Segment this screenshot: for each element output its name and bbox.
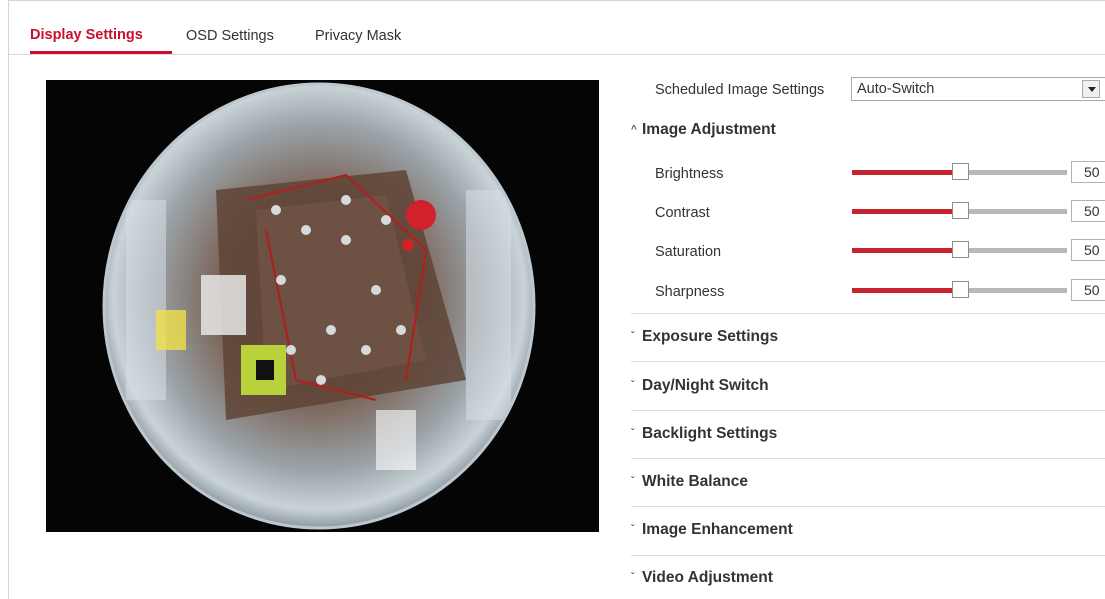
tab-label: OSD Settings: [186, 28, 274, 44]
chevron-down-icon: ˇ: [631, 476, 635, 487]
tab-osd-settings[interactable]: OSD Settings: [186, 18, 274, 54]
chevron-up-icon: ^: [631, 124, 637, 135]
chevron-down-icon: ˇ: [631, 524, 635, 535]
select-value: Auto-Switch: [857, 81, 935, 97]
tab-display-settings[interactable]: Display Settings: [30, 18, 172, 54]
section-image-adjustment[interactable]: ^ Image Adjustment: [631, 121, 776, 139]
slider-fill: [852, 288, 960, 293]
slider-handle[interactable]: [951, 281, 969, 298]
tab-bar: Display Settings OSD Settings Privacy Ma…: [9, 18, 1105, 55]
live-video-preview: [46, 80, 599, 532]
chevron-down-icon: ˇ: [631, 572, 635, 583]
slider-label: Sharpness: [655, 284, 725, 300]
section-exposure-settings[interactable]: ˇ Exposure Settings: [631, 328, 778, 346]
contrast-value-input[interactable]: 50: [1071, 200, 1105, 222]
section-title: Exposure Settings: [642, 328, 779, 345]
chevron-down-icon: ˇ: [631, 380, 635, 391]
divider: [631, 458, 1105, 459]
slider-label: Saturation: [655, 244, 722, 260]
slider-handle[interactable]: [951, 163, 969, 180]
section-white-balance[interactable]: ˇ White Balance: [631, 473, 748, 491]
section-title: Backlight Settings: [642, 425, 778, 442]
section-title: Image Adjustment: [642, 121, 776, 138]
tab-privacy-mask[interactable]: Privacy Mask: [315, 18, 401, 54]
divider: [631, 555, 1105, 556]
section-day-night-switch[interactable]: ˇ Day/Night Switch: [631, 377, 769, 395]
slider-fill: [852, 170, 960, 175]
section-title: Video Adjustment: [642, 569, 773, 586]
section-backlight-settings[interactable]: ˇ Backlight Settings: [631, 425, 777, 443]
brightness-slider[interactable]: [852, 163, 1067, 180]
tab-label: Display Settings: [30, 27, 143, 43]
slider-label: Brightness: [655, 166, 724, 182]
scheduled-image-settings-select[interactable]: Auto-Switch: [851, 77, 1105, 101]
chevron-down-icon[interactable]: [1082, 80, 1100, 98]
divider: [631, 410, 1105, 411]
saturation-value-input[interactable]: 50: [1071, 239, 1105, 261]
fisheye-image: [46, 80, 599, 532]
section-title: Day/Night Switch: [642, 377, 769, 394]
section-video-adjustment[interactable]: ˇ Video Adjustment: [631, 569, 773, 587]
sharpness-value-input[interactable]: 50: [1071, 279, 1105, 301]
saturation-slider[interactable]: [852, 241, 1067, 258]
sharpness-slider[interactable]: [852, 281, 1067, 298]
divider: [631, 506, 1105, 507]
slider-handle[interactable]: [951, 202, 969, 219]
chevron-down-icon: ˇ: [631, 331, 635, 342]
section-image-enhancement[interactable]: ˇ Image Enhancement: [631, 521, 793, 539]
section-title: Image Enhancement: [642, 521, 793, 538]
tab-label: Privacy Mask: [315, 28, 402, 44]
chevron-down-icon: ˇ: [631, 428, 635, 439]
scheduled-image-settings-label: Scheduled Image Settings: [655, 82, 825, 98]
contrast-slider[interactable]: [852, 202, 1067, 219]
section-title: White Balance: [642, 473, 748, 490]
divider: [631, 361, 1105, 362]
slider-fill: [852, 248, 960, 253]
slider-fill: [852, 209, 960, 214]
divider: [631, 313, 1105, 314]
slider-label: Contrast: [655, 205, 710, 221]
brightness-value-input[interactable]: 50: [1071, 161, 1105, 183]
slider-handle[interactable]: [951, 241, 969, 258]
